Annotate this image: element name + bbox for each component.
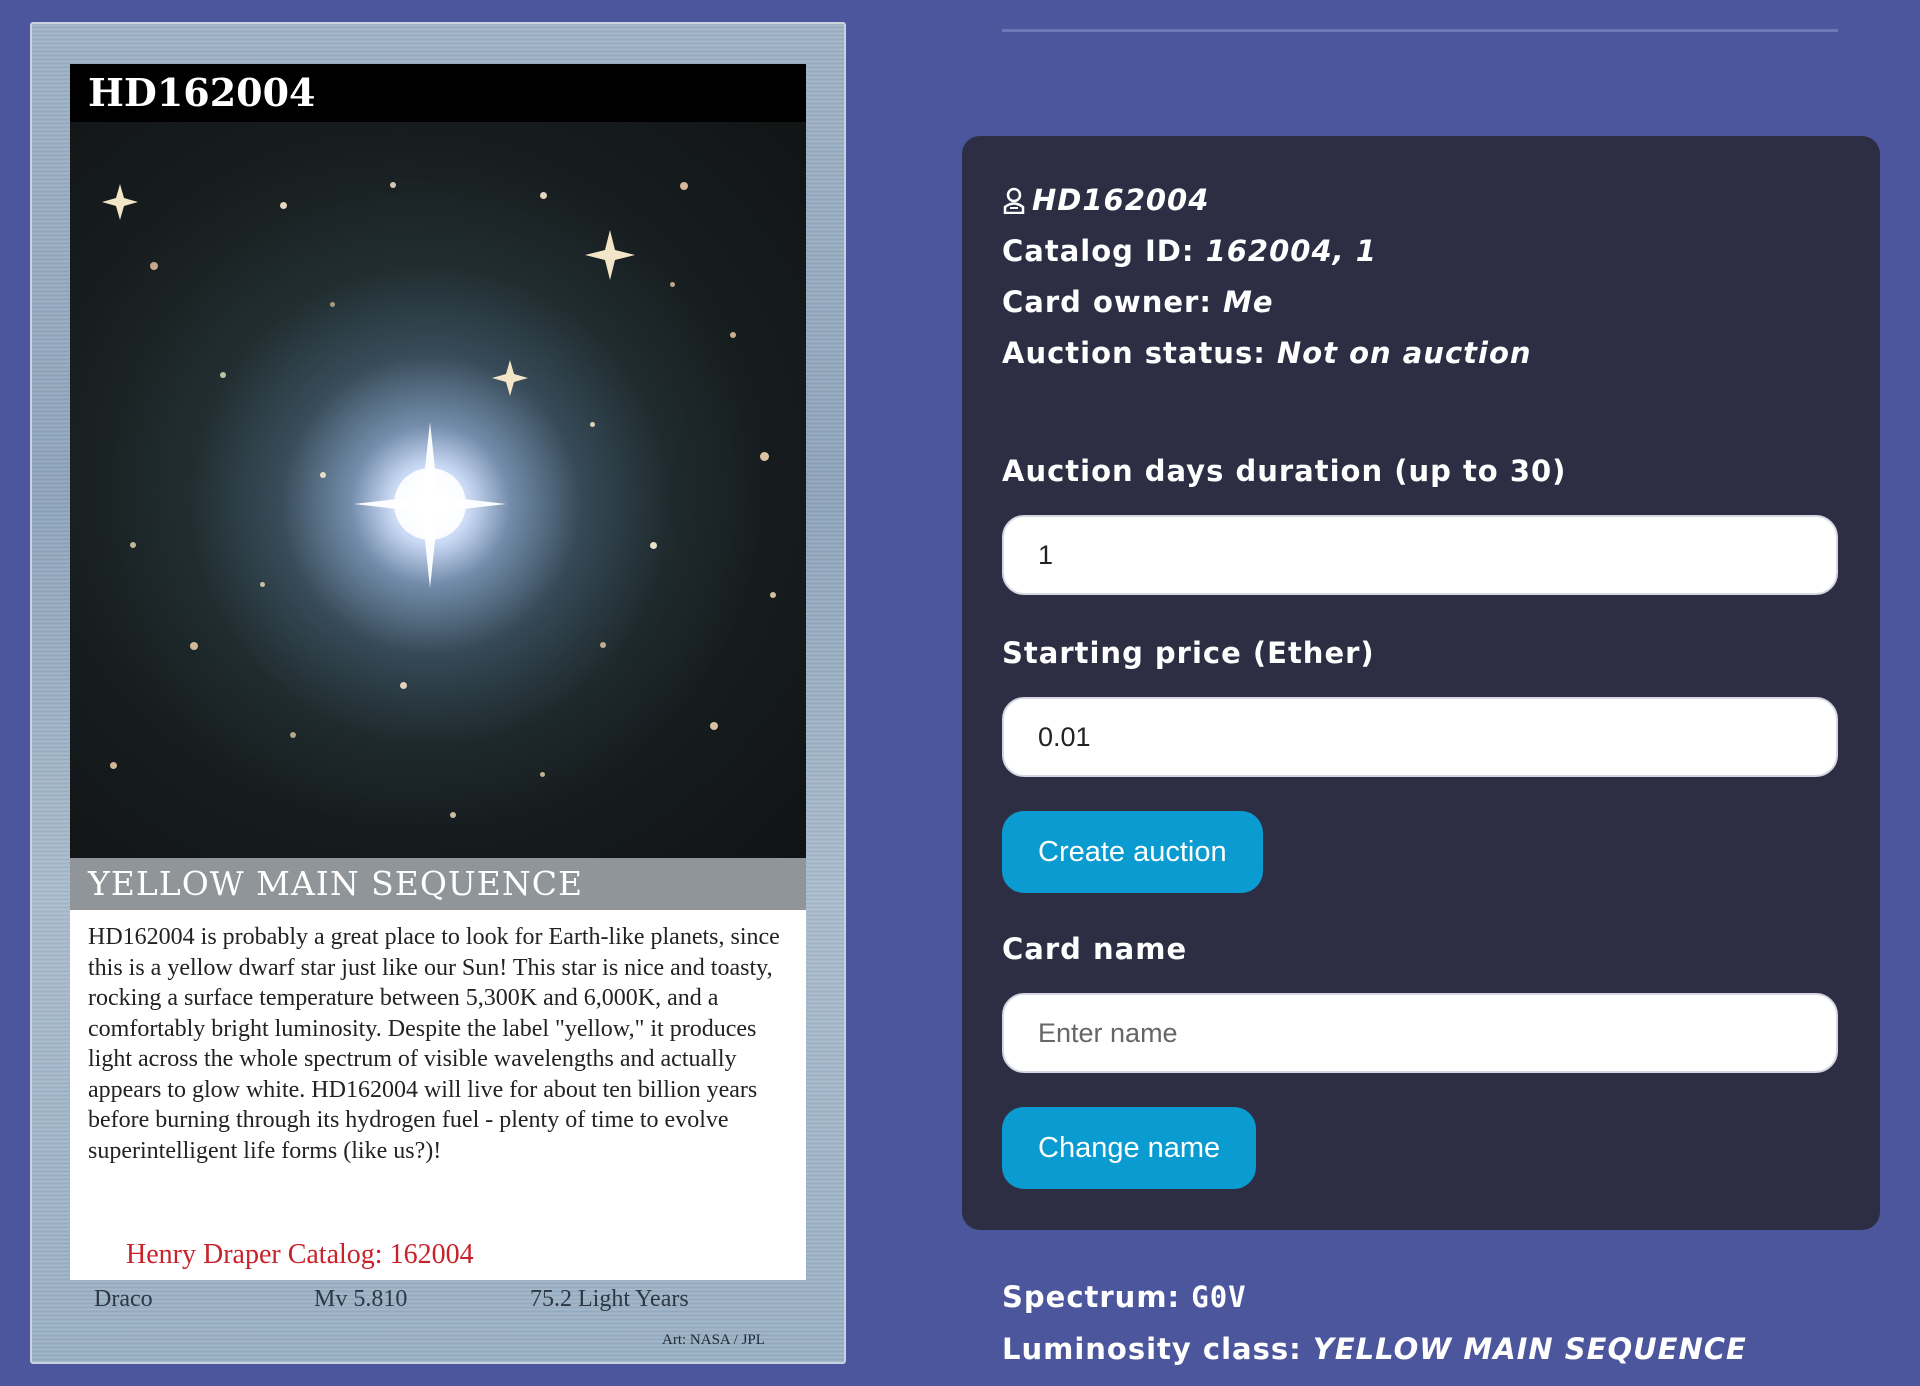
- card-description: HD162004 is probably a great place to lo…: [88, 924, 780, 1164]
- auction-duration-label: Auction days duration (up to 30): [1002, 454, 1567, 488]
- card-name-input[interactable]: [1002, 993, 1838, 1073]
- starting-price-input[interactable]: [1002, 697, 1838, 777]
- star-card: HD162004 YELLOW MAIN SEQUENCE HD162004 i…: [30, 22, 846, 1364]
- auction-status-line: Auction status: Not on auction: [1002, 336, 1532, 370]
- catalog-id-line: Catalog ID: 162004, 1: [1002, 234, 1377, 268]
- luminosity-class-label: Luminosity class:: [1002, 1332, 1302, 1366]
- spectrum-value: G0V: [1191, 1280, 1247, 1314]
- starting-price-label: Starting price (Ether): [1002, 636, 1375, 670]
- distance: 75.2 Light Years: [530, 1286, 689, 1312]
- create-auction-button[interactable]: Create auction: [1002, 811, 1263, 893]
- catalog-id-value: 162004, 1: [1205, 234, 1377, 268]
- divider: [1002, 29, 1838, 32]
- card-owner-line: Card owner: Me: [1002, 285, 1274, 319]
- luminosity-band: YELLOW MAIN SEQUENCE: [70, 858, 806, 910]
- magnitude: Mv 5.810: [314, 1286, 408, 1312]
- spectrum-line: Spectrum: G0V: [1002, 1280, 1247, 1314]
- card-owner-label: Card owner:: [1002, 285, 1212, 319]
- star-artwork: [70, 122, 806, 858]
- art-credit: Art: NASA / JPL: [662, 1332, 765, 1348]
- user-badge-icon: [1002, 186, 1026, 221]
- spectrum-label: Spectrum:: [1002, 1280, 1181, 1314]
- luminosity-class-value: YELLOW MAIN SEQUENCE: [1312, 1332, 1747, 1366]
- card-name-line: HD162004: [1002, 183, 1209, 221]
- auction-status-label: Auction status:: [1002, 336, 1266, 370]
- auction-duration-input[interactable]: [1002, 515, 1838, 595]
- star-glow-icon: [102, 184, 635, 588]
- card-name-label: Card name: [1002, 932, 1188, 966]
- card-description-box: HD162004 is probably a great place to lo…: [70, 910, 806, 1280]
- card-owner-value: Me: [1223, 285, 1274, 319]
- change-name-button[interactable]: Change name: [1002, 1107, 1257, 1189]
- card-name-value: HD162004: [1032, 183, 1210, 217]
- catalog-line: Henry Draper Catalog: 162004: [126, 1238, 474, 1270]
- catalog-id-label: Catalog ID:: [1002, 234, 1195, 268]
- constellation: Draco: [94, 1286, 153, 1312]
- card-title: HD162004: [70, 64, 806, 122]
- luminosity-class-line: Luminosity class: YELLOW MAIN SEQUENCE: [1002, 1332, 1747, 1366]
- auction-status-value: Not on auction: [1276, 336, 1532, 370]
